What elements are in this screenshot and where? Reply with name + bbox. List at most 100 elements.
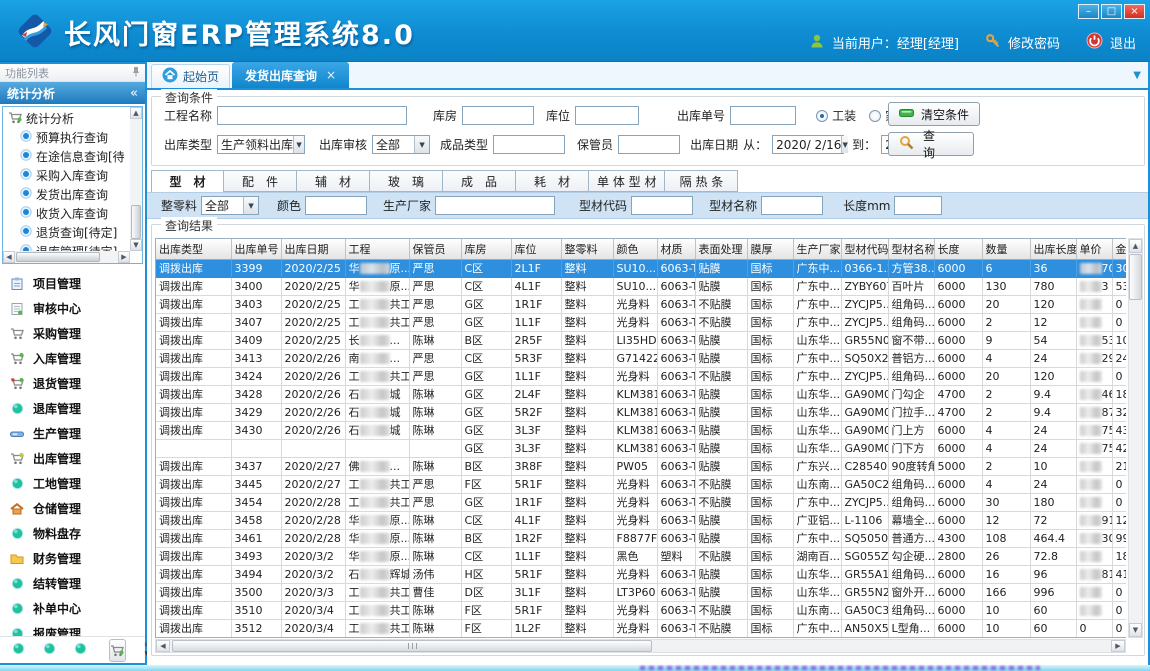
sidebar-item-14[interactable]: 报废管理 (0, 621, 145, 636)
project-name-input[interactable] (217, 106, 407, 125)
sidebar-item-13[interactable]: 补单中心 (0, 596, 145, 621)
maximize-button[interactable]: □ (1101, 4, 1122, 19)
column-header[interactable]: 膜厚 (747, 239, 793, 259)
table-row[interactable]: 调拨出库34302020/2/26石城陈琳G区3L3F整料KLM38176063… (156, 421, 1126, 439)
sidebar-section-statistics[interactable]: 统计分析 « (0, 82, 145, 104)
table-row[interactable]: 调拨出库34002020/2/25华原...严思C区4L1F整料SU10...6… (156, 277, 1126, 295)
table-row[interactable]: 调拨出库34582020/2/28华原...陈琳C区4L1F整料光身料6063-… (156, 511, 1126, 529)
close-button[interactable]: × (1124, 4, 1145, 19)
sidebar-item-11[interactable]: 财务管理 (0, 546, 145, 571)
material-tab-2[interactable]: 辅 材 (297, 170, 370, 192)
material-tab-0[interactable]: 型 材 (151, 170, 224, 193)
column-header[interactable]: 库房 (461, 239, 511, 259)
sidebar-item-7[interactable]: 出库管理 (0, 446, 145, 471)
results-vertical-scrollbar[interactable]: ▲ ▼ (1128, 238, 1143, 638)
sidebar-item-4[interactable]: 退货管理 (0, 371, 145, 396)
tab-overflow-icon[interactable]: ▼ (1133, 70, 1141, 81)
scroll-right-icon[interactable]: ▶ (118, 251, 130, 263)
scroll-up-icon[interactable]: ▲ (1129, 239, 1142, 253)
tree-vscroll-thumb[interactable] (131, 205, 141, 239)
product-type-input[interactable] (493, 135, 565, 154)
material-tab-1[interactable]: 配 件 (224, 170, 297, 192)
scroll-right-icon[interactable]: ▶ (1111, 640, 1125, 652)
column-header[interactable]: 颜色 (613, 239, 657, 259)
column-header[interactable]: 生产厂家 (793, 239, 841, 259)
material-tab-5[interactable]: 耗 材 (516, 170, 589, 192)
tree-item-2[interactable]: 采购入库查询 (3, 166, 130, 185)
whole-part-select[interactable]: 全部▼ (201, 196, 259, 215)
column-header[interactable]: 工程 (345, 239, 409, 259)
tree-vertical-scrollbar[interactable]: ▲ ▼ (130, 107, 142, 251)
tree-root-statistics[interactable]: 统计分析 (3, 109, 130, 128)
collapse-icon[interactable]: « (130, 86, 138, 101)
tree-hscroll-thumb[interactable] (16, 252, 100, 262)
cart-toolbar-button[interactable] (109, 639, 126, 662)
keeper-input[interactable] (618, 135, 680, 154)
location-input[interactable] (575, 106, 639, 125)
table-row[interactable]: 调拨出库34292020/2/26石城陈琳G区5R2F整料KLM38176063… (156, 403, 1126, 421)
tree-item-4[interactable]: 收货入库查询 (3, 204, 130, 223)
tree-item-5[interactable]: 退货查询[待定] (3, 223, 130, 242)
column-header[interactable]: 型材名称 (888, 239, 934, 259)
material-tab-4[interactable]: 成 品 (443, 170, 516, 192)
factory-input[interactable] (435, 196, 555, 215)
scroll-up-icon[interactable]: ▲ (130, 107, 142, 119)
sidebar-item-8[interactable]: 工地管理 (0, 471, 145, 496)
table-row[interactable]: 调拨出库35122020/3/4工共工程陈琳F区1L2F整料光身料6063-T5… (156, 619, 1126, 637)
material-tab-7[interactable]: 隔 热 条 (665, 170, 738, 192)
circle-icon[interactable] (43, 642, 56, 658)
scroll-down-icon[interactable]: ▼ (130, 239, 142, 251)
table-row[interactable]: 调拨出库34072020/2/25工共工程严思G区1L1F整料光身料6063-T… (156, 313, 1126, 331)
search-button[interactable]: 查 询 (888, 132, 974, 156)
table-row[interactable]: 调拨出库34452020/2/27工共工程严思F区5R1F整料光身料6063-T… (156, 475, 1126, 493)
sidebar-item-1[interactable]: 审核中心 (0, 296, 145, 321)
column-header[interactable]: 出库日期 (281, 239, 345, 259)
sidebar-item-0[interactable]: 项目管理 (0, 271, 145, 296)
tab-home[interactable]: 起始页 (151, 64, 230, 88)
table-row[interactable]: 调拨出库35002020/3/3工共工程曹佳D区3L1F整料LT3P606063… (156, 583, 1126, 601)
table-row[interactable]: 调拨出库33992020/2/25华原...严思C区2L1F整料SU10...6… (156, 259, 1126, 277)
table-row[interactable]: 调拨出库34132020/2/26南...严思C区5R3F整料G71422606… (156, 349, 1126, 367)
pin-icon[interactable] (132, 66, 140, 80)
tree-horizontal-scrollbar[interactable]: ◀ ▶ (3, 251, 130, 263)
radio-jiazhuang[interactable] (869, 110, 881, 122)
tree-item-6[interactable]: 退库管理[待定] (3, 242, 130, 251)
order-no-input[interactable] (730, 106, 796, 125)
tree-item-0[interactable]: 预算执行查询 (3, 128, 130, 147)
table-row[interactable]: 调拨出库34372020/2/27佛...陈琳B区3R8F整料PW056063-… (156, 457, 1126, 475)
tab-close-icon[interactable]: × (326, 68, 336, 82)
column-header[interactable]: 数量 (982, 239, 1030, 259)
column-header[interactable]: 单价 (1076, 239, 1112, 259)
table-row[interactable]: 调拨出库34942020/3/2石辉城汤伟H区5R1F整料光身料6063-T5贴… (156, 565, 1126, 583)
circle-icon[interactable] (74, 642, 87, 658)
warehouse-input[interactable] (462, 106, 534, 125)
results-vscroll-thumb[interactable] (1129, 254, 1142, 300)
out-type-select[interactable]: 生产领料出库▼ (217, 135, 305, 154)
sidebar-item-2[interactable]: 采购管理 (0, 321, 145, 346)
tab-shipping-outbound-query[interactable]: 发货出库查询 × (232, 62, 349, 88)
results-horizontal-scrollbar[interactable]: ◀ ▶ (155, 639, 1126, 653)
sidebar-item-12[interactable]: 结转管理 (0, 571, 145, 596)
scroll-left-icon[interactable]: ◀ (156, 640, 170, 652)
table-row[interactable]: 调拨出库34932020/3/2华原...陈琳C区1L1F整料黑色塑料不贴膜国标… (156, 547, 1126, 565)
table-row[interactable]: 调拨出库34032020/2/25工共工程严思G区1R1F整料光身料6063-T… (156, 295, 1126, 313)
column-header[interactable]: 整零料 (561, 239, 613, 259)
column-header[interactable]: 保管员 (409, 239, 461, 259)
profile-name-input[interactable] (761, 196, 823, 215)
color-input[interactable] (305, 196, 367, 215)
table-row[interactable]: G区3L3F整料KLM38176063-T5贴膜国标山东华...GA90M09.… (156, 439, 1126, 457)
tree-item-3[interactable]: 发货出库查询 (3, 185, 130, 204)
sidebar-item-9[interactable]: 仓储管理 (0, 496, 145, 521)
column-header[interactable]: 出库单号 (231, 239, 281, 259)
scroll-down-icon[interactable]: ▼ (1129, 623, 1142, 637)
column-header[interactable]: 出库长度 (1030, 239, 1076, 259)
circle-icon[interactable] (12, 642, 25, 658)
scroll-left-icon[interactable]: ◀ (3, 251, 15, 263)
table-row[interactable]: 调拨出库34242020/2/26工共工程严思G区1L1F整料光身料6063-T… (156, 367, 1126, 385)
sidebar-item-5[interactable]: 退库管理 (0, 396, 145, 421)
sidebar-item-10[interactable]: 物料盘存 (0, 521, 145, 546)
column-header[interactable]: 表面处理 (695, 239, 747, 259)
table-row[interactable]: 调拨出库34612020/2/28华原...陈琳B区1R2F整料F8877FT6… (156, 529, 1126, 547)
profile-code-input[interactable] (631, 196, 693, 215)
minimize-button[interactable]: – (1078, 4, 1099, 19)
